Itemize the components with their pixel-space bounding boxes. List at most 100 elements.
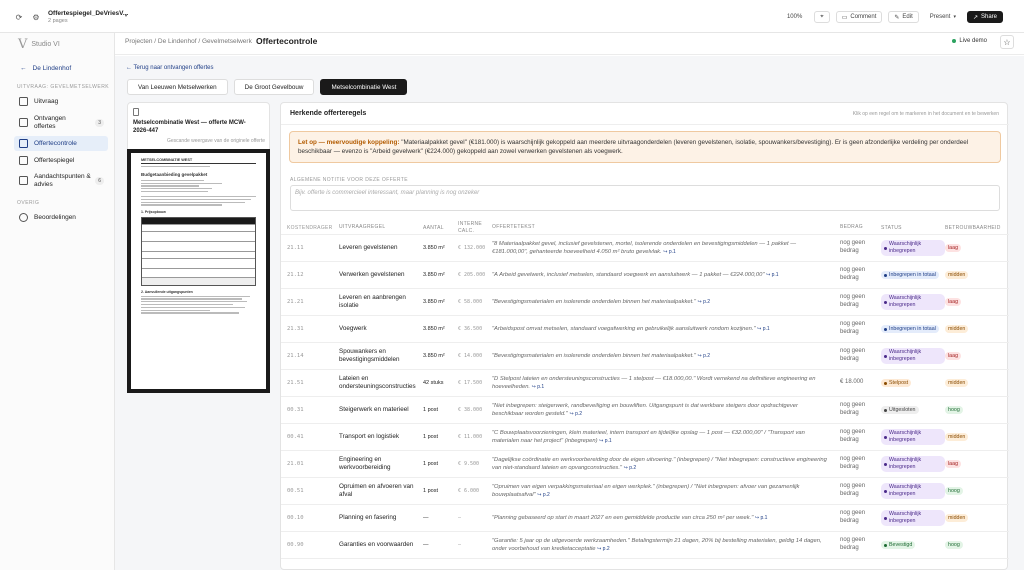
table-row[interactable]: 00.31 Steigerwerk en materieel 1 post € 38.… <box>281 397 1009 424</box>
cost-code: 00.10 <box>287 515 304 521</box>
quantity: 3.850 m² <box>423 326 445 332</box>
status-label: Stelpost <box>889 379 909 386</box>
back-to-offers-link[interactable]: ← Terug naar ontvangen offertes <box>126 65 214 71</box>
document-preview[interactable]: METSELCOMBINATIE WEST Budgetaanbieding g… <box>127 149 270 393</box>
zoom-level[interactable]: 100% <box>787 14 802 20</box>
status-dot-icon <box>884 516 887 520</box>
table-row[interactable]: 00.41 Transport en logistiek 1 post € 11.00… <box>281 424 1009 451</box>
table-row[interactable]: 21.51 Lateien en ondersteuningsconstructi… <box>281 370 1009 397</box>
status-label: Inbegrepen in totaal <box>889 271 936 278</box>
status-badge[interactable]: Waarschijnlijk inbegrepen <box>881 483 945 499</box>
col-interne-calc: INTERNE CALC. <box>458 220 483 234</box>
settings-icon[interactable]: ⚙ <box>30 11 42 23</box>
live-demo-indicator: Live demo <box>952 38 987 44</box>
general-note-input[interactable]: Bijv. offerte is commercieel interessant… <box>290 185 1000 211</box>
comment-button[interactable]: ▭ Comment <box>835 11 883 23</box>
internal-calc: € 38.000 <box>458 406 483 413</box>
page-reference-link[interactable]: ↪ p.2 <box>597 546 610 552</box>
status-badge[interactable]: Uitgesloten <box>881 405 919 415</box>
offer-tabs: Van Leeuwen Metselwerken De Groot Gevelb… <box>127 79 408 95</box>
count-badge: 3 <box>95 118 104 127</box>
table-row[interactable]: 21.12 Verwerken gevelstenen 3.850 m² € 205.… <box>281 262 1009 289</box>
table-row[interactable]: 21.11 Leveren gevelstenen 3.850 m² € 132.00… <box>281 235 1009 262</box>
refresh-icon[interactable]: ⟳ <box>13 11 25 23</box>
cursor-icon: ⌖ <box>820 13 824 20</box>
request-line: Verwerken gevelstenen <box>339 270 405 278</box>
table-row[interactable]: 21.01 Engineering en werkvoorbereiding 1 p… <box>281 451 1009 478</box>
status-badge[interactable]: Bevestigd <box>881 540 916 550</box>
status-badge[interactable]: Waarschijnlijk inbegrepen <box>881 348 945 364</box>
sidebar-item-beoordelingen[interactable]: Beoordelingen <box>14 211 108 224</box>
sidebar-item-uitvraag[interactable]: Uitvraag <box>14 95 108 108</box>
page-reference-link[interactable]: ↪ p.1 <box>766 272 779 278</box>
sidebar-item-label: Offertecontrole <box>34 140 77 147</box>
table-row[interactable]: 00.10 Planning en fasering — — "Planning geb… <box>281 505 1009 532</box>
section-label-uitvraag: UITVRAAG: GEVELMETSELWERK <box>17 84 110 90</box>
sidebar-item-offertespiegel[interactable]: Offertespiegel <box>14 154 108 167</box>
tab-van-leeuwen[interactable]: Van Leeuwen Metselwerken <box>127 79 228 95</box>
status-badge[interactable]: Stelpost <box>881 378 912 388</box>
col-offertetekst: OFFERTETEKST <box>492 224 535 230</box>
table-row[interactable]: 21.21 Leveren en aanbrengen isolatie 3.850… <box>281 289 1009 316</box>
status-badge[interactable]: Waarschijnlijk inbegrepen <box>881 429 945 445</box>
table-row[interactable]: 00.51 Opruimen en afvoeren van afval 1 pos… <box>281 478 1009 505</box>
present-label: Present <box>929 14 951 20</box>
chevron-down-icon[interactable]: ▾ <box>120 10 132 22</box>
page-reference-link[interactable]: ↪ p.1 <box>663 249 676 255</box>
cursor-tool-button[interactable]: ⌖ <box>814 11 830 23</box>
status-dot-icon <box>884 408 887 412</box>
present-button[interactable]: Present ▾ <box>924 11 961 23</box>
brand-name: Studio VI <box>31 41 60 48</box>
internal-calc: € 9.500 <box>458 460 480 467</box>
page-reference-link[interactable]: ↪ p.2 <box>569 411 582 417</box>
arrow-left-icon: ← <box>20 65 27 72</box>
page-reference-link[interactable]: ↪ p.2 <box>537 492 550 498</box>
page-reference-link[interactable]: ↪ p.1 <box>532 384 545 390</box>
cost-code: 21.11 <box>287 245 304 251</box>
reliability-badge: hoog <box>945 540 963 550</box>
status-badge[interactable]: Inbegrepen in totaal <box>881 324 939 334</box>
breadcrumb[interactable]: Projecten / De Lindenhof / Gevelmetselwe… <box>125 38 252 45</box>
offer-text-cell: "Bevestigingsmaterialen en isolerende on… <box>492 298 840 306</box>
recognized-lines-panel: Herkende offerteregels Klik op een regel… <box>280 102 1009 570</box>
status-label: Waarschijnlijk inbegrepen <box>889 430 922 443</box>
amount: nog geen bedrag <box>840 348 866 362</box>
table-row[interactable]: 00.90 Garanties en voorwaarden — — "Garantie… <box>281 532 1009 559</box>
page-reference-link[interactable]: ↪ p.1 <box>755 515 768 521</box>
page-reference-link[interactable]: ↪ p.1 <box>599 438 612 444</box>
status-badge[interactable]: Waarschijnlijk inbegrepen <box>881 294 945 310</box>
request-line: Planning en fasering <box>339 513 397 521</box>
offer-text: "Arbeidspost omvat metselen, standaard v… <box>492 325 756 332</box>
page-reference-link[interactable]: ↪ p.1 <box>757 326 770 332</box>
sidebar-item-offertecontrole[interactable]: Offertecontrole <box>14 136 108 151</box>
favorite-star-icon[interactable]: ☆ <box>1000 35 1014 49</box>
request-line: Engineering en werkvoorbereiding <box>339 455 391 471</box>
doc-section-2: 2. Aanvullende uitgangspunten <box>141 289 193 294</box>
status-badge[interactable]: Waarschijnlijk inbegrepen <box>881 456 945 472</box>
table-row[interactable]: 21.14 Spouwankers en bevestigingsmiddelen… <box>281 343 1009 370</box>
document-info[interactable]: Offertespiegel_DeVriesV... 2 pages <box>48 10 128 24</box>
status-dot-icon <box>884 273 887 277</box>
sidebar-item-ontvangen-offertes[interactable]: Ontvangen offertes 3 <box>14 113 108 132</box>
status-dot-icon <box>884 246 887 250</box>
tab-metselcombinatie-west[interactable]: Metselcombinatie West <box>320 79 408 95</box>
status-badge[interactable]: Inbegrepen in totaal <box>881 270 939 280</box>
table-row[interactable]: 21.31 Voegwerk 3.850 m² € 36.500 "Arbeidspos… <box>281 316 1009 343</box>
share-button[interactable]: ↗ Share <box>966 11 1003 23</box>
reliability-badge: midden <box>945 324 969 334</box>
page-reference-link[interactable]: ↪ p.2 <box>698 299 711 305</box>
page-reference-link[interactable]: ↪ p.2 <box>624 465 637 471</box>
status-badge[interactable]: Waarschijnlijk inbegrepen <box>881 240 945 256</box>
amount: nog geen bedrag <box>840 402 866 416</box>
back-to-project-link[interactable]: ← De Lindenhof <box>20 65 71 72</box>
edit-button[interactable]: ✎ Edit <box>888 11 919 23</box>
page-reference-link[interactable]: ↪ p.2 <box>698 353 711 359</box>
main-content: ← Terug naar ontvangen offertes Van Leeu… <box>115 56 1024 570</box>
tab-de-groot[interactable]: De Groot Gevelbouw <box>233 79 315 95</box>
status-badge[interactable]: Waarschijnlijk inbegrepen <box>881 510 945 526</box>
quantity: 42 stuks <box>423 380 444 386</box>
offer-text-cell: "Planning gebaseerd op start in maart 20… <box>492 514 840 522</box>
sidebar-item-aandachtspunten[interactable]: Aandachtspunten & advies 6 <box>14 171 108 190</box>
chevron-down-icon: ▾ <box>953 14 956 20</box>
alert-text: "Materiaalpakket gevel" (€181.000) is wa… <box>298 139 969 156</box>
